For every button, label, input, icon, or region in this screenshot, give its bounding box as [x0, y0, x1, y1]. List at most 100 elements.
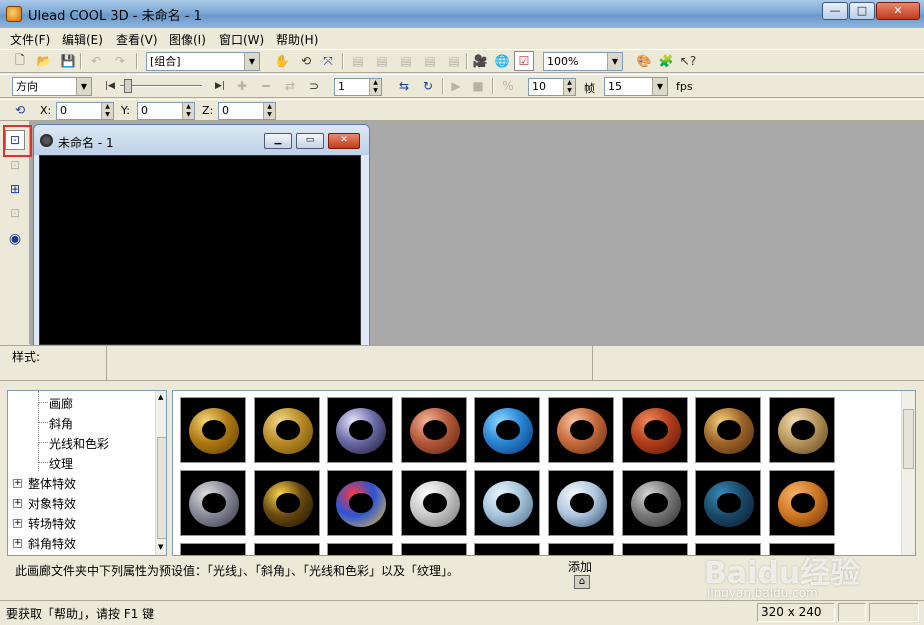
- preset-thumbnail[interactable]: [252, 396, 321, 464]
- remove-frame-icon[interactable]: ━: [256, 76, 276, 96]
- preset-thumbnail[interactable]: [179, 542, 247, 555]
- doc-minimize-button[interactable]: ▁: [264, 133, 292, 149]
- scroll-up-icon[interactable]: ▲: [158, 393, 163, 401]
- open-folder-icon[interactable]: 📂: [34, 51, 54, 71]
- save-icon[interactable]: 💾: [58, 51, 78, 71]
- preset-thumbnail[interactable]: [767, 469, 836, 537]
- align-left-icon[interactable]: ▤: [348, 51, 368, 71]
- minimize-button[interactable]: —: [822, 2, 848, 20]
- add-frame-icon[interactable]: ✚: [232, 76, 252, 96]
- preset-thumbnail[interactable]: [767, 396, 836, 464]
- preset-thumbnail[interactable]: [326, 469, 395, 537]
- preset-thumbnail[interactable]: [399, 396, 468, 464]
- expand-icon[interactable]: +: [13, 519, 22, 528]
- rotate-tool-icon[interactable]: ⟲: [296, 51, 316, 71]
- fps-combo[interactable]: 15 ▼: [604, 77, 668, 96]
- export-icon[interactable]: 🎨: [634, 51, 654, 71]
- document-window[interactable]: 未命名 - 1 ▁ ▭ ✕: [33, 124, 370, 346]
- tree-scrollbar[interactable]: ▲ ▼: [155, 391, 166, 555]
- tree-item-bevel[interactable]: 斜角: [49, 415, 73, 432]
- percent-icon[interactable]: %: [498, 76, 518, 96]
- preset-thumbnail[interactable]: [473, 469, 542, 537]
- gallery-scroll-thumb[interactable]: [903, 409, 914, 469]
- preset-thumbnail[interactable]: [473, 396, 542, 464]
- menu-file[interactable]: 文件(F): [10, 31, 50, 48]
- doc-restore-button[interactable]: ▭: [296, 133, 324, 149]
- align-top-icon[interactable]: ▤: [420, 51, 440, 71]
- menu-window[interactable]: 窗口(W): [219, 31, 264, 48]
- document-title-bar[interactable]: 未命名 - 1 ▁ ▭ ✕: [34, 125, 369, 155]
- preset-thumbnail[interactable]: [694, 396, 763, 464]
- help-pointer-icon[interactable]: ↖?: [678, 51, 698, 71]
- preset-thumbnail[interactable]: [179, 469, 247, 537]
- preset-thumbnail[interactable]: [620, 542, 689, 555]
- tree-item-gallery[interactable]: 画廊: [49, 395, 73, 412]
- stop-icon[interactable]: ■: [468, 76, 488, 96]
- undo-icon[interactable]: ↶: [86, 51, 106, 71]
- zoom-combo[interactable]: 100% ▼: [543, 52, 623, 71]
- edit-text-icon[interactable]: ⊡: [5, 155, 25, 175]
- move-tool-icon[interactable]: ⟲: [10, 100, 30, 120]
- menu-view[interactable]: 查看(V): [116, 31, 158, 48]
- insert-geometry-icon[interactable]: ⊞: [5, 179, 25, 199]
- menu-edit[interactable]: 编辑(E): [62, 31, 103, 48]
- reverse-icon[interactable]: ⇄: [280, 76, 300, 96]
- y-input[interactable]: 0 ▲ ▼: [137, 102, 195, 120]
- render-canvas[interactable]: [39, 155, 361, 345]
- expand-icon[interactable]: +: [13, 499, 22, 508]
- preset-thumbnail[interactable]: [252, 469, 321, 537]
- hand-tool-icon[interactable]: ✋: [272, 51, 292, 71]
- maximize-button[interactable]: □: [849, 2, 875, 20]
- expand-icon[interactable]: +: [13, 539, 22, 548]
- preset-thumbnail[interactable]: [179, 396, 247, 464]
- close-button[interactable]: ✕: [876, 2, 920, 20]
- preset-thumbnail[interactable]: [620, 396, 689, 464]
- object-combo[interactable]: [组合] ▼: [146, 52, 260, 71]
- loop-icon[interactable]: ⊃: [304, 76, 324, 96]
- preset-thumbnail[interactable]: [399, 469, 468, 537]
- tree-group-global-effects[interactable]: 整体特效: [28, 475, 76, 492]
- add-button[interactable]: 添加 ⌂: [568, 558, 620, 596]
- preset-thumbnail[interactable]: [547, 542, 615, 555]
- preset-thumbnail[interactable]: [547, 469, 615, 537]
- size-tool-icon[interactable]: ⤧: [318, 51, 338, 71]
- title-bar[interactable]: Ulead COOL 3D - 未命名 - 1 — □ ✕: [0, 0, 924, 28]
- preset-thumbnail[interactable]: [252, 542, 321, 555]
- globe-icon[interactable]: 🌐: [492, 51, 512, 71]
- expand-icon[interactable]: +: [13, 479, 22, 488]
- preset-thumbnail[interactable]: [326, 542, 395, 555]
- tree-item-light-color[interactable]: 光线和色彩: [49, 435, 109, 452]
- doc-close-button[interactable]: ✕: [328, 133, 360, 149]
- checkbox-toggle-icon[interactable]: ☑: [514, 51, 534, 71]
- preset-thumbnail[interactable]: [694, 469, 763, 537]
- plugin-icon[interactable]: 🧩: [656, 51, 676, 71]
- frame-input[interactable]: 1 ▲ ▼: [334, 78, 382, 96]
- insert-object-icon[interactable]: ◉: [5, 229, 25, 249]
- x-input[interactable]: 0 ▲ ▼: [56, 102, 114, 120]
- mode-combo[interactable]: 方向 ▼: [12, 77, 92, 96]
- preset-thumbnail[interactable]: [399, 542, 468, 555]
- align-bottom-icon[interactable]: ▤: [444, 51, 464, 71]
- preset-thumbnail[interactable]: [620, 469, 689, 537]
- gallery-scrollbar[interactable]: [901, 391, 915, 555]
- timeline-slider[interactable]: [120, 85, 202, 87]
- tree-scroll-thumb[interactable]: [157, 437, 166, 539]
- edit-geometry-icon[interactable]: ⊡: [5, 203, 25, 223]
- menu-image[interactable]: 图像(I): [169, 31, 206, 48]
- preset-thumbnail[interactable]: [326, 396, 395, 464]
- play-icon[interactable]: ▶: [446, 76, 466, 96]
- scroll-down-icon[interactable]: ▼: [158, 543, 163, 551]
- last-frame-icon[interactable]: ▶|: [210, 76, 230, 96]
- repeat-icon[interactable]: ↻: [418, 76, 438, 96]
- tree-group-transition-effects[interactable]: 转场特效: [28, 515, 76, 532]
- tree-group-bevel-effects[interactable]: 斜角特效: [28, 535, 76, 552]
- z-input[interactable]: 0 ▲ ▼: [218, 102, 276, 120]
- menu-help[interactable]: 帮助(H): [276, 31, 318, 48]
- speed-input[interactable]: 10 ▲ ▼: [528, 78, 576, 96]
- first-frame-icon[interactable]: |◀: [100, 76, 120, 96]
- tree-item-texture[interactable]: 纹理: [49, 455, 73, 472]
- preset-thumbnail[interactable]: [473, 542, 542, 555]
- align-right-icon[interactable]: ▤: [396, 51, 416, 71]
- align-center-icon[interactable]: ▤: [372, 51, 392, 71]
- preset-thumbnail[interactable]: [547, 396, 615, 464]
